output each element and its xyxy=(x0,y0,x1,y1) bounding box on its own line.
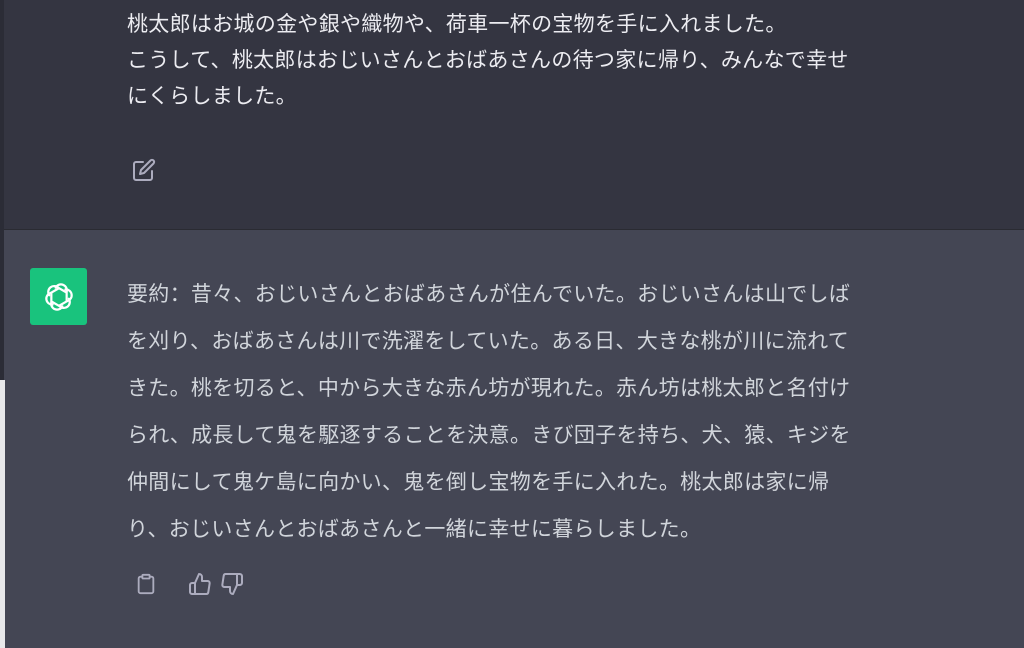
thumbs-up-icon xyxy=(189,573,211,595)
clipboard-icon xyxy=(137,573,155,595)
message-line: 仲間にして鬼ケ島に向かい、鬼を倒し宝物を手に入れた。桃太郎は家に帰 xyxy=(127,470,830,494)
message-line: にくらしました。 xyxy=(127,84,297,108)
openai-logo-icon xyxy=(44,282,73,311)
thumbs-up-button[interactable] xyxy=(186,570,214,598)
thumbs-down-button[interactable] xyxy=(218,570,246,598)
avatar xyxy=(30,268,87,325)
message-actions xyxy=(132,570,246,598)
copy-button[interactable] xyxy=(132,570,160,598)
scrollbar[interactable] xyxy=(0,380,5,648)
message-line: 要約：昔々、おじいさんとおばあさんが住んでいた。おじいさんは山でしば xyxy=(127,282,851,306)
message-line: を刈り、おばあさんは川で洗濯をしていた。ある日、大きな桃が川に流れて xyxy=(127,329,850,353)
message-line: 桃太郎はお城の金や銀や織物や、荷車一杯の宝物を手に入れました。 xyxy=(127,12,787,36)
edit-message-button[interactable] xyxy=(130,156,158,184)
assistant-message-text: 要約：昔々、おじいさんとおばあさんが住んでいた。おじいさんは山でしば を刈り、お… xyxy=(127,271,1007,553)
message-line: り、おじいさんとおばあさんと一緒に幸せに暮らしました。 xyxy=(127,517,702,541)
message-line: きた。桃を切ると、中から大きな赤ん坊が現れた。赤ん坊は桃太郎と名付け xyxy=(127,376,851,400)
chat-page: 桃太郎はお城の金や銀や織物や、荷車一杯の宝物を手に入れました。 こうして、桃太郎… xyxy=(0,0,1024,648)
assistant-message: 要約：昔々、おじいさんとおばあさんが住んでいた。おじいさんは山でしば を刈り、お… xyxy=(4,230,1024,648)
message-line: られ、成長して鬼を駆逐することを決意。きび団子を持ち、犬、猿、キジを xyxy=(127,423,851,447)
message-line: こうして、桃太郎はおじいさんとおばあさんの待つ家に帰り、みんなで幸せ xyxy=(127,48,849,72)
edit-icon xyxy=(133,158,156,181)
thumbs-down-icon xyxy=(221,573,243,595)
user-message: 桃太郎はお城の金や銀や織物や、荷車一杯の宝物を手に入れました。 こうして、桃太郎… xyxy=(4,0,1024,230)
user-message-text: 桃太郎はお城の金や銀や織物や、荷車一杯の宝物を手に入れました。 こうして、桃太郎… xyxy=(127,6,1007,114)
